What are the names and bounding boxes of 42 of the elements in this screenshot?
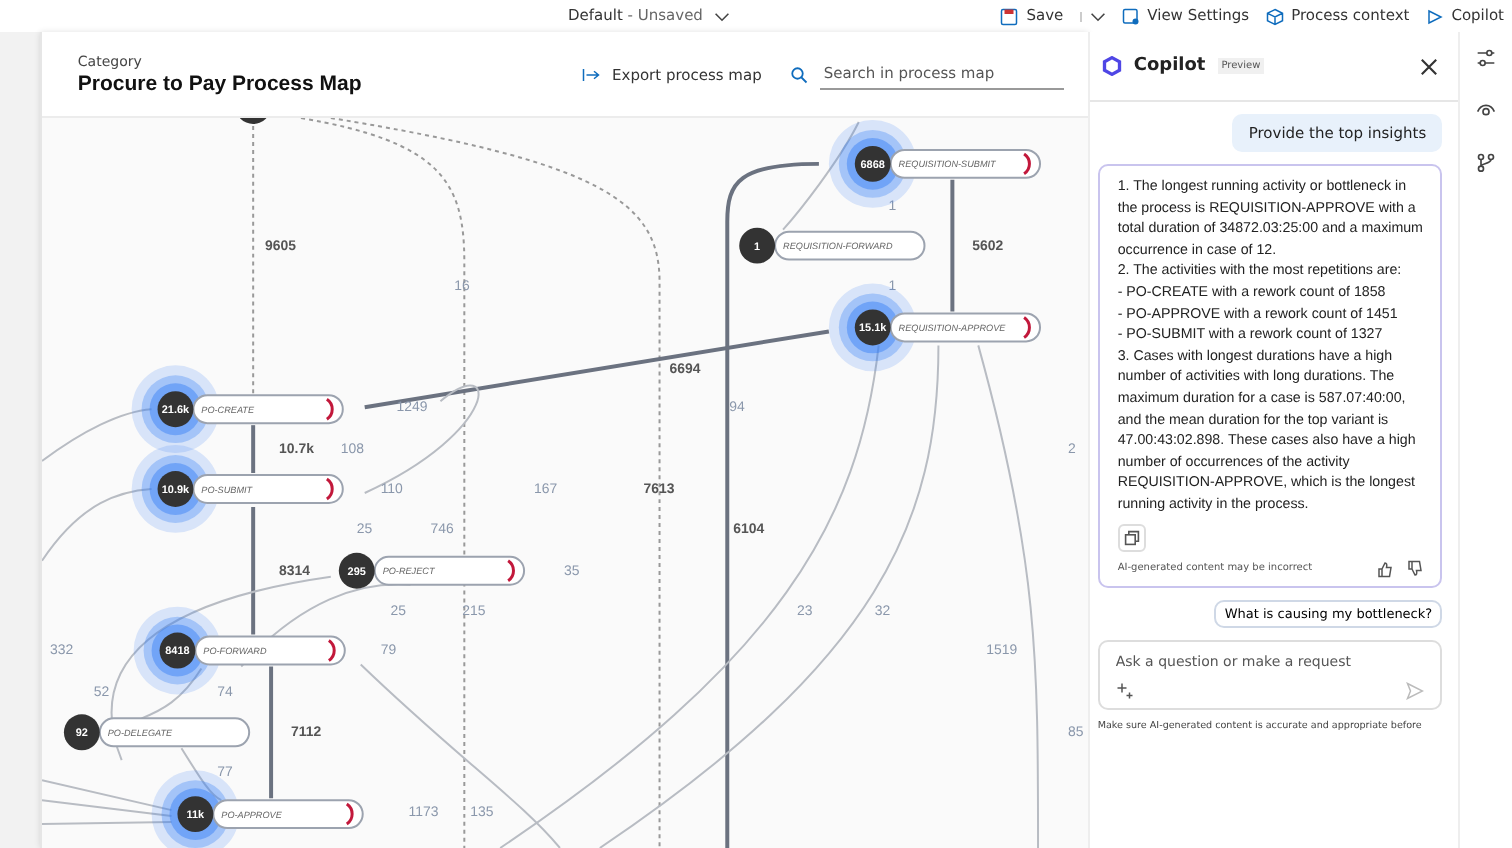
panel-title: Copilot bbox=[1133, 56, 1206, 76]
copy-button[interactable] bbox=[1117, 523, 1146, 551]
count-badge[interactable] bbox=[739, 227, 775, 264]
thumbs-down-icon[interactable] bbox=[1406, 559, 1425, 577]
activity-pill[interactable] bbox=[192, 394, 344, 425]
window-icon bbox=[1121, 7, 1140, 25]
cube-icon bbox=[1265, 7, 1284, 25]
count-badge[interactable] bbox=[854, 309, 891, 346]
activity-pill[interactable] bbox=[889, 312, 1041, 343]
copy-icon bbox=[1123, 529, 1140, 545]
sliders-icon[interactable] bbox=[1476, 48, 1497, 68]
branch-icon[interactable] bbox=[1476, 152, 1497, 172]
start-node[interactable] bbox=[235, 118, 271, 124]
connector-line bbox=[950, 179, 955, 312]
activity-pill[interactable] bbox=[889, 148, 1041, 179]
activity-pill[interactable] bbox=[194, 635, 346, 666]
connector-line bbox=[251, 425, 255, 474]
count-badge[interactable] bbox=[157, 391, 194, 428]
activity-pill[interactable] bbox=[373, 555, 525, 586]
activity-pill[interactable] bbox=[192, 474, 344, 504]
thumbs-up-icon[interactable] bbox=[1376, 559, 1395, 577]
count-badge[interactable] bbox=[63, 714, 100, 751]
count-badge[interactable] bbox=[338, 552, 375, 589]
chevron-down-icon[interactable] bbox=[1089, 11, 1106, 21]
play-icon bbox=[1425, 7, 1444, 25]
save-icon bbox=[1000, 7, 1019, 25]
export-arrow-icon bbox=[582, 65, 601, 83]
count-badge[interactable] bbox=[177, 796, 214, 833]
copilot-logo-icon bbox=[1101, 56, 1122, 76]
sparkle-icon[interactable] bbox=[1115, 681, 1134, 699]
map-title: Procure to Pay Process Map bbox=[77, 71, 364, 95]
count-badge[interactable] bbox=[157, 471, 194, 507]
eye-icon[interactable] bbox=[1476, 100, 1497, 120]
connector-line bbox=[41, 408, 153, 463]
search-icon bbox=[789, 65, 808, 83]
count-badge[interactable] bbox=[854, 145, 891, 182]
activity-pill[interactable] bbox=[212, 799, 364, 830]
connector-line bbox=[41, 821, 173, 826]
count-badge[interactable] bbox=[159, 632, 196, 669]
close-button[interactable] bbox=[1420, 57, 1439, 75]
chevron-down-icon[interactable] bbox=[714, 11, 731, 21]
connector-line bbox=[41, 488, 153, 562]
